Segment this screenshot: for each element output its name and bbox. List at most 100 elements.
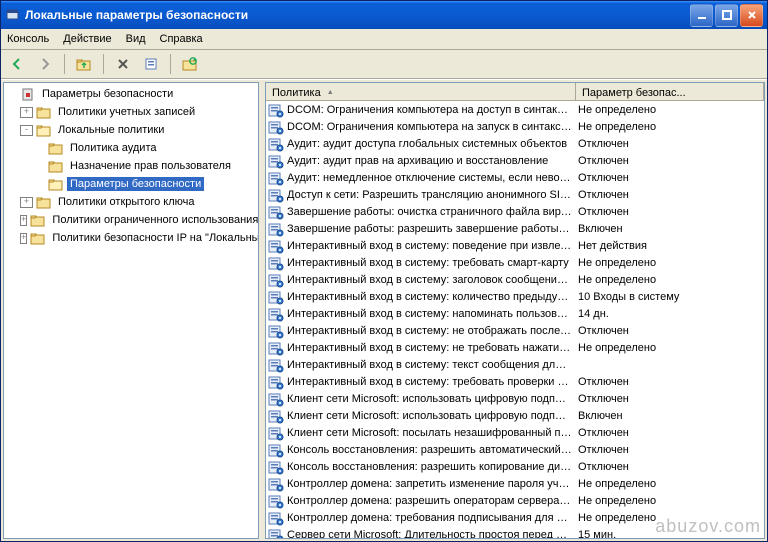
expander-icon[interactable]: +: [20, 107, 33, 118]
list-body[interactable]: DCOM: Ограничения компьютера на доступ в…: [266, 101, 764, 538]
policy-name: Аудит: аудит прав на архивацию и восстан…: [287, 155, 548, 167]
menubar: Консоль Действие Вид Справка: [1, 29, 767, 50]
policy-item-icon: [268, 476, 284, 492]
list-row[interactable]: Клиент сети Microsoft: посылать незашифр…: [266, 424, 764, 441]
expander-icon[interactable]: -: [20, 125, 33, 136]
list-row[interactable]: Клиент сети Microsoft: использовать цифр…: [266, 407, 764, 424]
app-icon: [5, 7, 21, 23]
properties-button[interactable]: [139, 52, 163, 76]
list-row[interactable]: Интерактивный вход в систему: не отображ…: [266, 322, 764, 339]
tree-label: Политики учетных записей: [55, 105, 198, 119]
menu-action[interactable]: Действие: [63, 33, 111, 45]
policy-name: Интерактивный вход в систему: поведение …: [287, 240, 572, 252]
column-label: Политика: [272, 87, 321, 99]
list-row[interactable]: Интерактивный вход в систему: количество…: [266, 288, 764, 305]
policy-item-icon: [268, 527, 284, 539]
tree-node-ipsec-policies[interactable]: + Политики безопасности IP на "Локальный…: [6, 229, 258, 247]
list-row[interactable]: Аудит: аудит прав на архивацию и восстан…: [266, 152, 764, 169]
policy-setting: Отключен: [576, 206, 764, 218]
policy-item-icon: [268, 102, 284, 118]
policy-setting: Отключен: [576, 189, 764, 201]
policy-name: Интерактивный вход в систему: количество…: [287, 291, 572, 303]
list-row[interactable]: Сервер сети Microsoft: Длительность прос…: [266, 526, 764, 538]
policy-item-icon: [268, 442, 284, 458]
policy-item-icon: [268, 493, 284, 509]
policy-name: Интерактивный вход в систему: не отображ…: [287, 325, 572, 337]
back-button[interactable]: [5, 52, 29, 76]
close-button[interactable]: [740, 4, 763, 27]
tree-node-software-restriction[interactable]: + Политики ограниченного использования п…: [6, 211, 258, 229]
list-row[interactable]: Интерактивный вход в систему: заголовок …: [266, 271, 764, 288]
policy-item-icon: [268, 306, 284, 322]
tree-pane[interactable]: Параметры безопасности + Политики учетны…: [3, 82, 259, 539]
delete-button[interactable]: [111, 52, 135, 76]
minimize-button[interactable]: [690, 4, 713, 27]
tree-node-pubkey-policies[interactable]: + Политики открытого ключа: [6, 193, 258, 211]
list-row[interactable]: DCOM: Ограничения компьютера на доступ в…: [266, 101, 764, 118]
policy-item-icon: [268, 425, 284, 441]
list-row[interactable]: Доступ к сети: Разрешить трансляцию анон…: [266, 186, 764, 203]
list-row[interactable]: Контроллер домена: разрешить операторам …: [266, 492, 764, 509]
list-row[interactable]: Интерактивный вход в систему: требовать …: [266, 373, 764, 390]
list-row[interactable]: Консоль восстановления: разрешить копиро…: [266, 458, 764, 475]
tree-label: Локальные политики: [55, 123, 167, 137]
menu-console[interactable]: Консоль: [7, 33, 49, 45]
list-row[interactable]: Интерактивный вход в систему: не требова…: [266, 339, 764, 356]
policy-item-icon: [268, 391, 284, 407]
list-row[interactable]: Интерактивный вход в систему: напоминать…: [266, 305, 764, 322]
policy-name: Консоль восстановления: разрешить автома…: [287, 444, 572, 456]
expander-icon[interactable]: +: [20, 233, 27, 244]
policy-item-icon: [268, 255, 284, 271]
splitter[interactable]: [260, 80, 264, 541]
tree-node-local-policies[interactable]: - Локальные политики: [6, 121, 258, 139]
folder-open-icon: [48, 177, 64, 191]
policy-setting: 14 дн.: [576, 308, 764, 320]
list-row[interactable]: Контроллер домена: запретить изменение п…: [266, 475, 764, 492]
column-policy[interactable]: Политика ▲: [266, 83, 576, 100]
policy-name: Контроллер домена: запретить изменение п…: [287, 478, 572, 490]
list-row[interactable]: Контроллер домена: требования подписыван…: [266, 509, 764, 526]
list-row[interactable]: Клиент сети Microsoft: использовать цифр…: [266, 390, 764, 407]
tree-node-user-rights[interactable]: Назначение прав пользователя: [6, 157, 258, 175]
menu-view[interactable]: Вид: [126, 33, 146, 45]
tree-node-account-policies[interactable]: + Политики учетных записей: [6, 103, 258, 121]
policy-setting: Отключен: [576, 172, 764, 184]
policy-name: Контроллер домена: требования подписыван…: [287, 512, 572, 524]
policy-setting: Нет действия: [576, 240, 764, 252]
tree-label: Политики безопасности IP на "Локальный к…: [49, 231, 259, 245]
tree-node-audit-policy[interactable]: Политика аудита: [6, 139, 258, 157]
folder-open-icon: [36, 123, 52, 137]
list-row[interactable]: Интерактивный вход в систему: поведение …: [266, 237, 764, 254]
tree-label: Параметры безопасности: [39, 87, 176, 101]
list-row[interactable]: Интерактивный вход в систему: текст сооб…: [266, 356, 764, 373]
list-row[interactable]: Аудит: аудит доступа глобальных системны…: [266, 135, 764, 152]
list-row[interactable]: Аудит: немедленное отключение системы, е…: [266, 169, 764, 186]
menu-help[interactable]: Справка: [160, 33, 203, 45]
policy-name: Клиент сети Microsoft: использовать цифр…: [287, 410, 572, 422]
toolbar: [1, 50, 767, 79]
list-row[interactable]: Завершение работы: разрешить завершение …: [266, 220, 764, 237]
column-setting[interactable]: Параметр безопас...: [576, 83, 764, 100]
list-row[interactable]: Завершение работы: очистка страничного ф…: [266, 203, 764, 220]
window-title: Локальные параметры безопасности: [25, 8, 690, 22]
policy-item-icon: [268, 459, 284, 475]
tree-node-security-options[interactable]: Параметры безопасности: [6, 175, 258, 193]
policy-setting: Не определено: [576, 274, 764, 286]
policy-item-icon: [268, 238, 284, 254]
list-row[interactable]: Интерактивный вход в систему: требовать …: [266, 254, 764, 271]
expander-icon[interactable]: +: [20, 197, 33, 208]
up-folder-button[interactable]: [72, 52, 96, 76]
list-row[interactable]: DCOM: Ограничения компьютера на запуск в…: [266, 118, 764, 135]
policy-name: Клиент сети Microsoft: использовать цифр…: [287, 393, 572, 405]
policy-item-icon: [268, 340, 284, 356]
expander-icon[interactable]: +: [20, 215, 27, 226]
refresh-button[interactable]: [178, 52, 202, 76]
forward-button[interactable]: [33, 52, 57, 76]
tree-root[interactable]: Параметры безопасности: [6, 85, 258, 103]
policy-item-icon: [268, 170, 284, 186]
tree-label: Политики ограниченного использования про…: [49, 213, 259, 227]
titlebar[interactable]: Локальные параметры безопасности: [1, 1, 767, 29]
list-row[interactable]: Консоль восстановления: разрешить автома…: [266, 441, 764, 458]
folder-icon: [36, 195, 52, 209]
maximize-button[interactable]: [715, 4, 738, 27]
